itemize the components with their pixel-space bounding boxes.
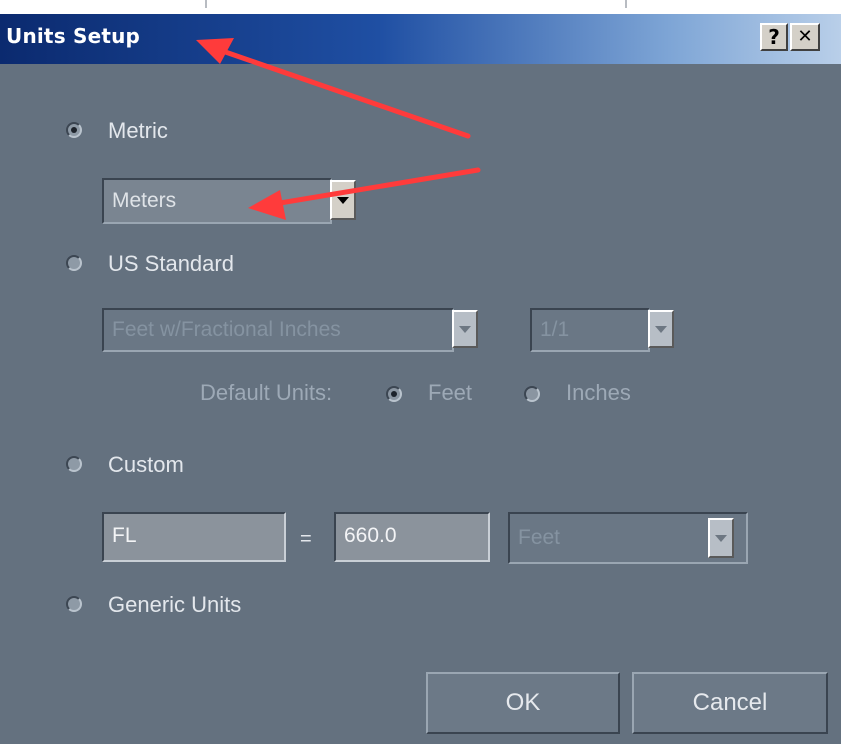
annotation-arrows [196,38,481,220]
annotation-arrowhead-meters [248,190,286,220]
annotation-arrow-to-meters [259,167,481,209]
annotation-arrow-to-title [205,43,471,139]
